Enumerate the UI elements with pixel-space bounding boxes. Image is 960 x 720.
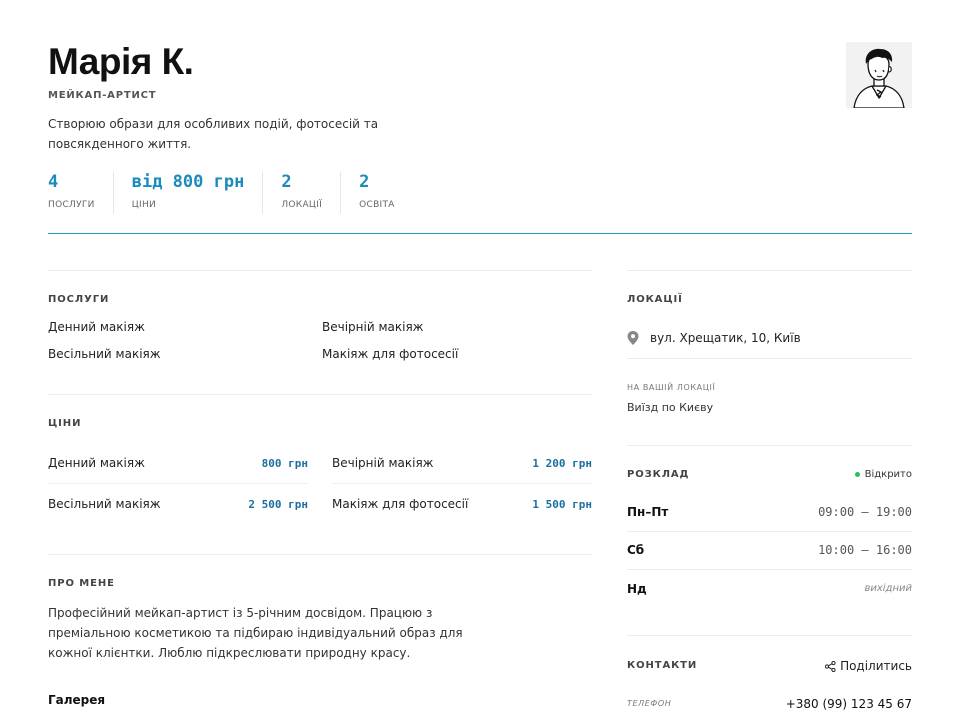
price-service-name: Вечірній макіяж (332, 456, 434, 470)
locations-title: ЛОКАЦІЇ (627, 294, 683, 305)
price-row: Денний макіяж 800 грн (48, 456, 308, 496)
map-pin-icon (627, 331, 639, 345)
section-divider (627, 635, 912, 636)
status-dot-icon (854, 472, 860, 477)
schedule-title: РОЗКЛАД (627, 469, 690, 480)
profile-header: Марія К. МЕЙКАП-АРТИСТ Створюю образи дл… (48, 40, 912, 154)
section-divider (48, 394, 592, 395)
price-service-name: Денний макіяж (48, 456, 145, 470)
header-divider (48, 233, 912, 234)
about-text: Професійний мейкап-артист із 5-річним до… (48, 606, 463, 660)
client-location-text: Виїзд по Києву (627, 401, 714, 414)
share-button[interactable]: Поділитись (825, 659, 912, 673)
price-row: Макіяж для фотосесії 1 500 грн (332, 497, 592, 537)
phone-label: ТЕЛЕФОН (627, 699, 672, 708)
row-divider (332, 483, 592, 484)
share-icon (825, 660, 836, 672)
open-status: Відкрито (854, 469, 912, 480)
gallery-heading: Галерея (48, 693, 106, 707)
price-service-name: Весільний макіяж (48, 497, 161, 511)
phone-link[interactable]: +380 (99) 123 45 67 (786, 697, 912, 711)
schedule-time: 10:00 — 16:00 (818, 543, 912, 557)
profile-bio: Створюю образи для особливих подій, фото… (48, 117, 379, 151)
section-divider (48, 270, 592, 271)
price-value: 1 500 грн (532, 498, 592, 511)
price-row: Вечірній макіяж 1 200 грн (332, 456, 592, 496)
share-label: Поділитись (840, 659, 912, 673)
stat-locations: 2 ЛОКАЦІЇ (281, 172, 342, 214)
service-item: Макіяж для фотосесії (322, 347, 459, 361)
location-address[interactable]: вул. Хрещатик, 10, Київ (627, 331, 801, 345)
section-divider (627, 445, 912, 446)
stat-label: ПОСЛУГИ (48, 200, 95, 210)
row-divider (627, 531, 912, 532)
service-item: Весільний макіяж (48, 347, 161, 361)
stat-value: від 800 грн (131, 172, 245, 192)
address-text: вул. Хрещатик, 10, Київ (650, 331, 801, 345)
price-row: Весільний макіяж 2 500 грн (48, 497, 308, 537)
row-divider (627, 569, 912, 570)
schedule-day: Нд (627, 582, 647, 596)
stat-value: 4 (48, 172, 59, 192)
row-divider (48, 483, 308, 484)
open-status-text: Відкрито (864, 469, 912, 480)
prices-title: ЦІНИ (48, 418, 82, 429)
profile-role: МЕЙКАП-АРТИСТ (48, 90, 157, 101)
section-divider (48, 554, 592, 555)
price-value: 800 грн (261, 457, 308, 470)
price-service-name: Макіяж для фотосесії (332, 497, 469, 511)
service-item: Вечірній макіяж (322, 320, 424, 334)
client-location-label: НА ВАШІЙ ЛОКАЦІЇ (627, 383, 716, 392)
schedule-day: Пн–Пт (627, 505, 669, 519)
service-item: Денний макіяж (48, 320, 145, 334)
price-value: 1 200 грн (532, 457, 592, 470)
stat-value: 2 (359, 172, 370, 192)
stat-education: 2 ОСВІТА (359, 172, 413, 214)
row-divider (627, 358, 912, 359)
stats-bar: 4 ПОСЛУГИ від 800 грн ЦІНИ 2 ЛОКАЦІЇ 2 О… (48, 172, 431, 214)
about-title: ПРО МЕНЕ (48, 578, 115, 589)
services-title: ПОСЛУГИ (48, 294, 110, 305)
schedule-time: вихідний (864, 583, 912, 594)
stat-label: ЦІНИ (131, 200, 157, 210)
stat-prices: від 800 грн ЦІНИ (132, 172, 264, 214)
stat-label: ЛОКАЦІЇ (281, 200, 323, 210)
avatar-illustration-icon (846, 42, 912, 108)
profile-name: Марія К. (48, 41, 194, 82)
contacts-title: КОНТАКТИ (627, 660, 698, 671)
avatar[interactable] (846, 42, 912, 108)
schedule-time: 09:00 — 19:00 (818, 505, 912, 519)
price-value: 2 500 грн (248, 498, 308, 511)
schedule-day: Сб (627, 543, 645, 557)
stat-label: ОСВІТА (359, 200, 395, 210)
stat-value: 2 (281, 172, 292, 192)
stat-services: 4 ПОСЛУГИ (48, 172, 114, 214)
section-divider (627, 270, 912, 271)
